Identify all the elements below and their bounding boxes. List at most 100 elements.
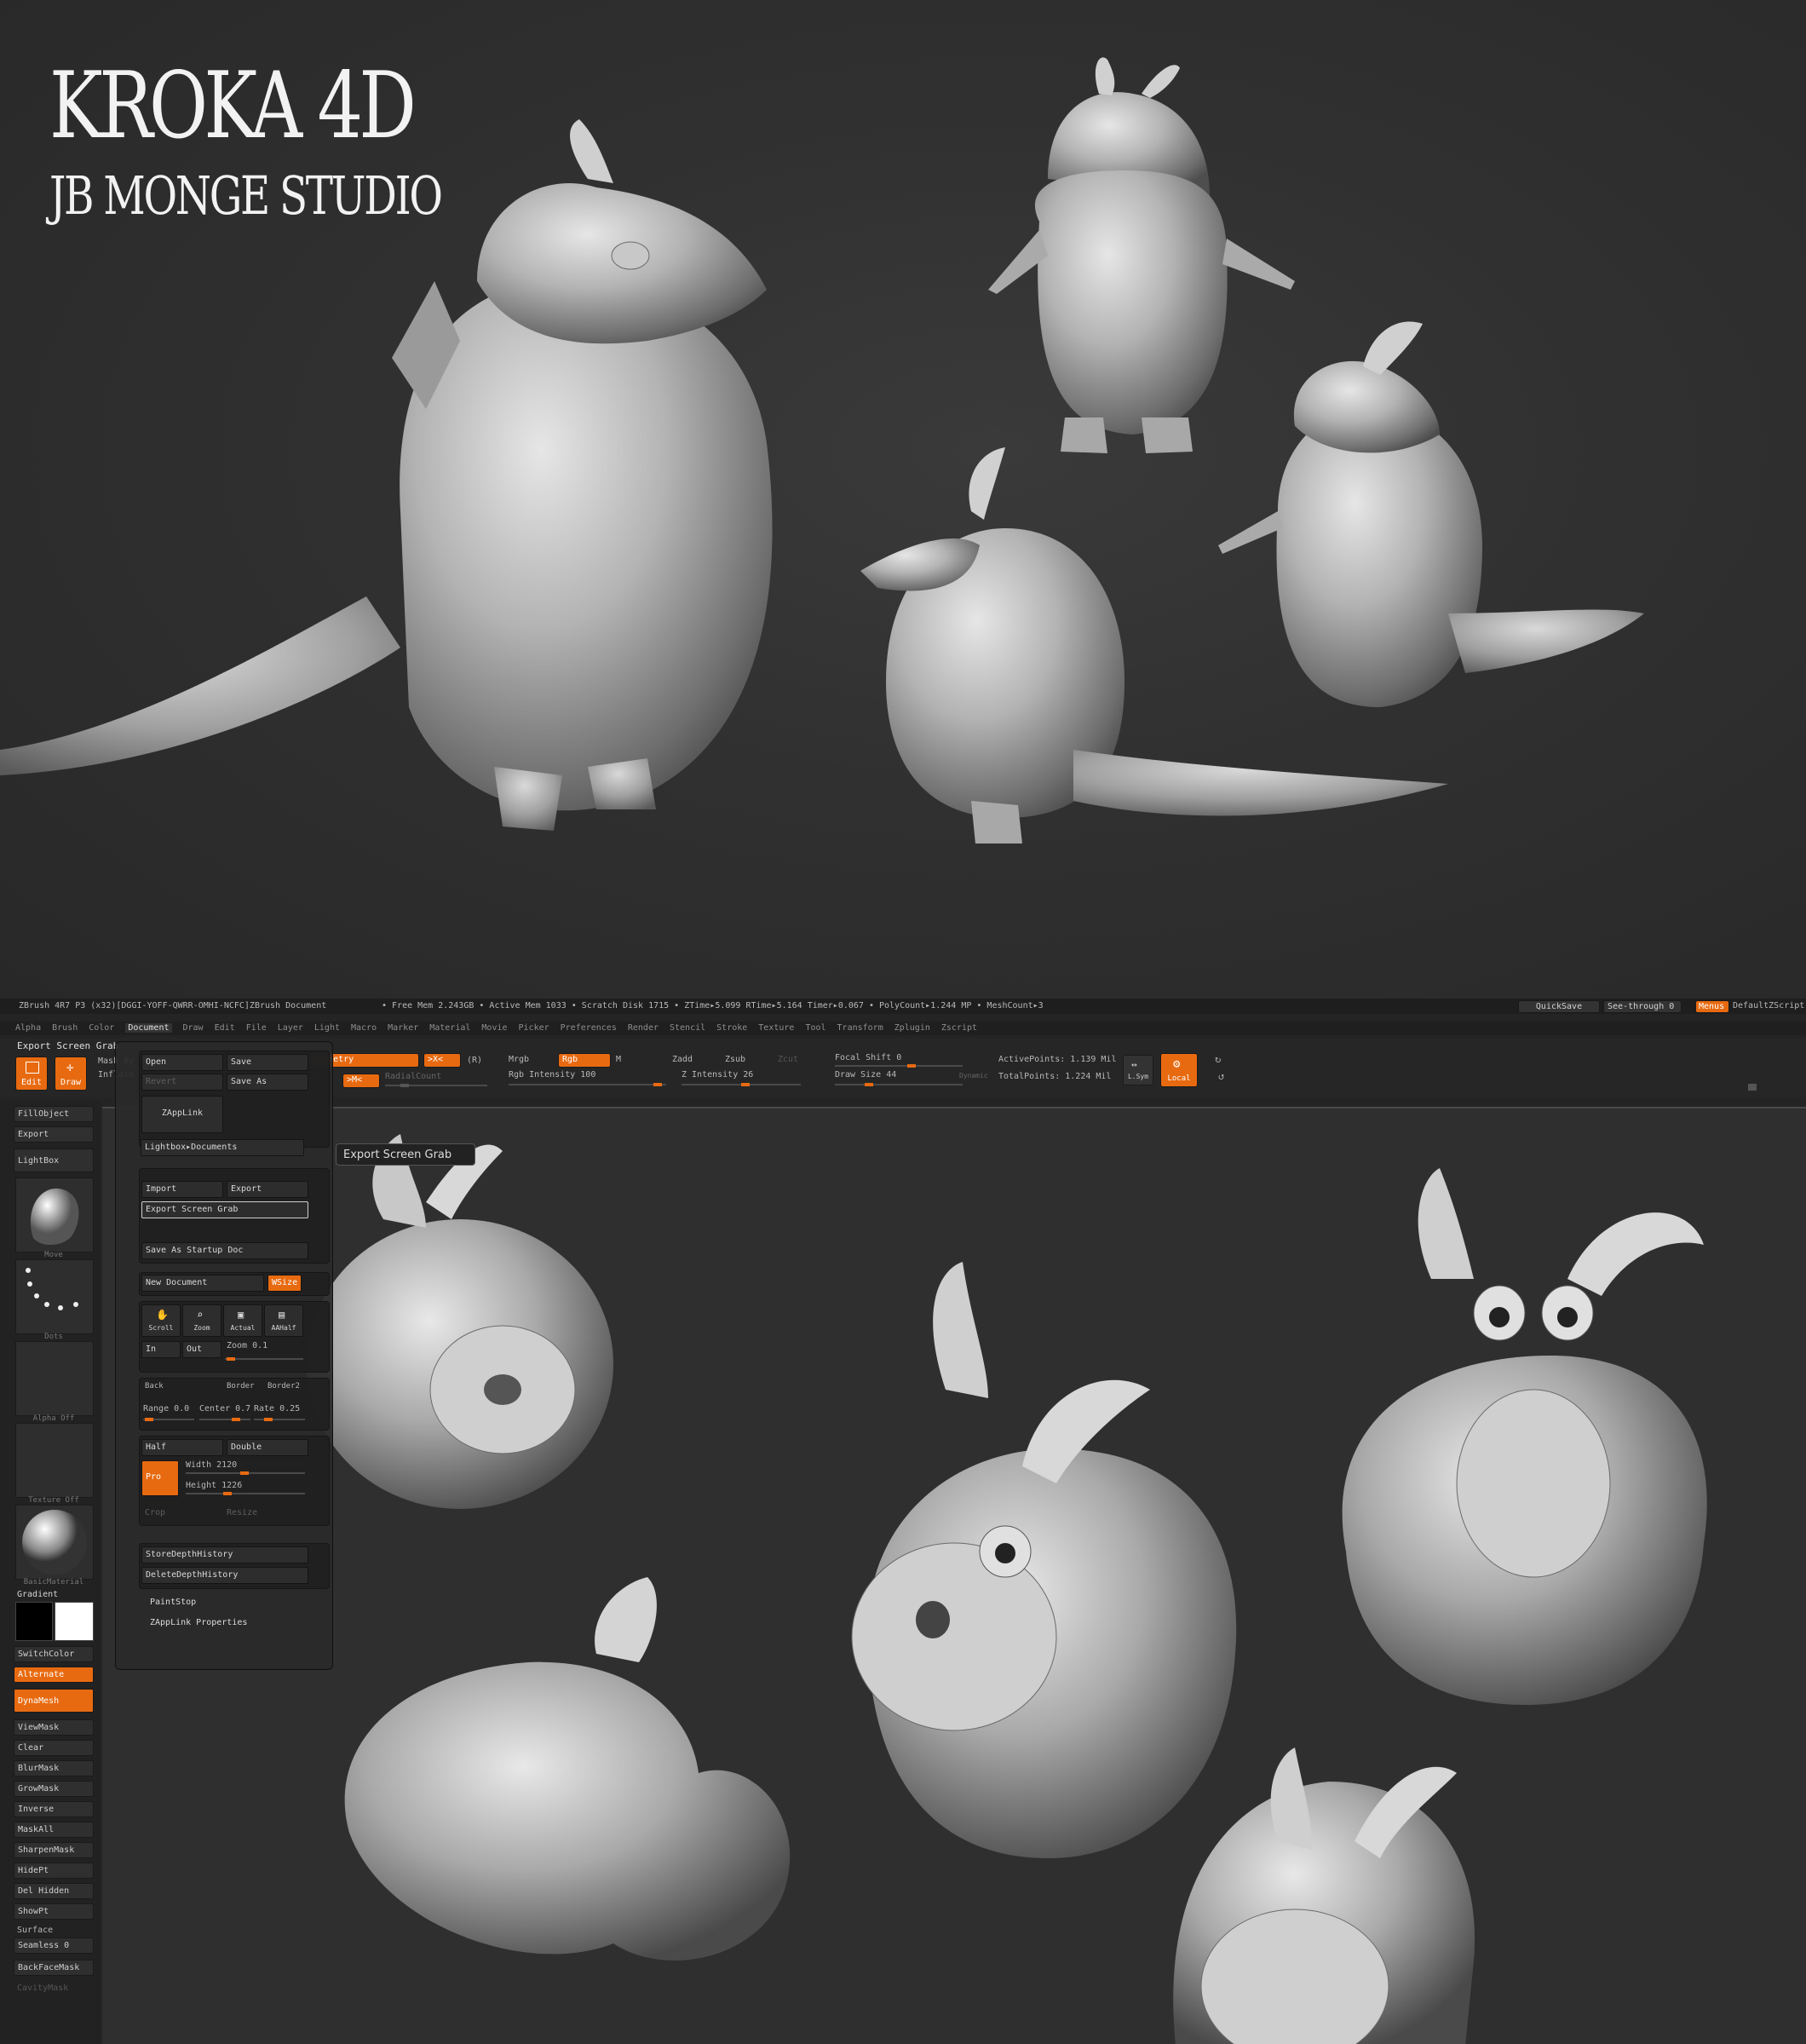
menu-marker[interactable]: Marker: [388, 1023, 418, 1033]
zcut-button[interactable]: Zcut: [778, 1055, 798, 1064]
radial-count-slider[interactable]: RadialCount: [385, 1072, 441, 1081]
dynamesh-button[interactable]: DynaMesh: [14, 1689, 94, 1713]
primary-color-swatch[interactable]: [55, 1602, 94, 1641]
seamless-slider[interactable]: Seamless 0: [14, 1937, 94, 1954]
border-label[interactable]: Border: [227, 1382, 255, 1390]
brush-thumbnail[interactable]: [15, 1177, 94, 1252]
dynamic-toggle[interactable]: Dynamic: [959, 1072, 988, 1080]
z-intensity-track[interactable]: [682, 1083, 801, 1086]
actual-button[interactable]: ▣ Actual: [223, 1304, 262, 1337]
zoom-button[interactable]: ⌕ Zoom: [182, 1304, 221, 1337]
draw-size-slider[interactable]: Draw Size 44: [835, 1070, 896, 1080]
zapplink-properties-item[interactable]: ZAppLink Properties: [150, 1618, 247, 1627]
del-hidden-button[interactable]: Del Hidden: [14, 1883, 94, 1899]
alpha-thumbnail[interactable]: [15, 1341, 94, 1416]
secondary-color-swatch[interactable]: [15, 1602, 53, 1641]
default-zscript-button[interactable]: DefaultZScript: [1733, 1001, 1804, 1010]
lightbox-button[interactable]: LightBox: [14, 1149, 94, 1172]
viewmask-button[interactable]: ViewMask: [14, 1719, 94, 1736]
focal-shift-slider[interactable]: Focal Shift 0: [835, 1053, 901, 1062]
menu-material[interactable]: Material: [429, 1023, 470, 1033]
menu-layer[interactable]: Layer: [278, 1023, 303, 1033]
revert-button[interactable]: Revert: [141, 1074, 223, 1091]
m-axis-button[interactable]: >M<: [342, 1074, 380, 1088]
focal-shift-track[interactable]: [835, 1064, 963, 1068]
double-button[interactable]: Double: [227, 1439, 308, 1456]
new-document-button[interactable]: New Document: [141, 1275, 264, 1292]
cavitymask-button[interactable]: CavityMask: [17, 1984, 68, 1993]
paintstop-item[interactable]: PaintStop: [150, 1598, 196, 1607]
menu-preferences[interactable]: Preferences: [561, 1023, 617, 1033]
texture-thumbnail[interactable]: [15, 1423, 94, 1498]
menu-picker[interactable]: Picker: [519, 1023, 549, 1033]
menu-tool[interactable]: Tool: [805, 1023, 825, 1033]
menu-zscript[interactable]: Zscript: [941, 1023, 977, 1033]
sharpenmask-button[interactable]: SharpenMask: [14, 1842, 94, 1858]
radial-count-track[interactable]: [385, 1084, 487, 1087]
undo-view-icon[interactable]: ↺: [1218, 1070, 1224, 1082]
zapplink-button[interactable]: ZAppLink: [141, 1096, 223, 1133]
growmask-button[interactable]: GrowMask: [14, 1781, 94, 1797]
export-doc-button[interactable]: Export: [227, 1181, 308, 1198]
lightbox-documents-button[interactable]: Lightbox▸Documents: [141, 1139, 304, 1156]
z-intensity-slider[interactable]: Z Intensity 26: [682, 1070, 753, 1080]
menu-draw[interactable]: Draw: [183, 1023, 204, 1033]
switchcolor-button[interactable]: SwitchColor: [14, 1646, 94, 1662]
center-slider[interactable]: Center 0.7: [199, 1404, 250, 1414]
save-startup-doc-button[interactable]: Save As Startup Doc: [141, 1242, 308, 1259]
hidept-button[interactable]: HidePt: [14, 1863, 94, 1879]
draw-button[interactable]: ✛ Draw: [55, 1057, 87, 1091]
menu-render[interactable]: Render: [628, 1023, 659, 1033]
inverse-mask-button[interactable]: Inverse: [14, 1801, 94, 1817]
backfacemask-button[interactable]: BackFaceMask: [14, 1960, 94, 1976]
menu-macro[interactable]: Macro: [351, 1023, 377, 1033]
width-slider[interactable]: Width 2120: [186, 1460, 237, 1470]
width-track[interactable]: [186, 1471, 305, 1475]
see-through-slider[interactable]: See-through 0: [1603, 1000, 1682, 1013]
menu-movie[interactable]: Movie: [481, 1023, 507, 1033]
import-button[interactable]: Import: [141, 1181, 223, 1198]
menu-edit[interactable]: Edit: [215, 1023, 235, 1033]
menu-file[interactable]: File: [246, 1023, 267, 1033]
crop-button[interactable]: Crop: [145, 1508, 165, 1517]
local-button[interactable]: ⚙ Local: [1160, 1053, 1198, 1087]
lsym-button[interactable]: ↔ L.Sym: [1123, 1055, 1153, 1085]
height-slider[interactable]: Height 1226: [186, 1481, 242, 1490]
open-button[interactable]: Open: [141, 1054, 223, 1071]
maskall-button[interactable]: MaskAll: [14, 1822, 94, 1838]
menu-color[interactable]: Color: [89, 1023, 114, 1033]
zoom-out-button[interactable]: Out: [182, 1341, 221, 1358]
half-button[interactable]: Half: [141, 1439, 223, 1456]
rgb-intensity-slider[interactable]: Rgb Intensity 100: [509, 1070, 595, 1080]
export-screen-grab-button[interactable]: Export Screen Grab: [141, 1201, 308, 1218]
export-button[interactable]: Export: [14, 1126, 94, 1143]
delete-depth-history-button[interactable]: DeleteDepthHistory: [141, 1567, 308, 1584]
scroll-button[interactable]: ✋ Scroll: [141, 1304, 181, 1337]
viewport-canvas[interactable]: [102, 1107, 1806, 2044]
aahalf-button[interactable]: ▤ AAHalf: [264, 1304, 303, 1337]
store-depth-history-button[interactable]: StoreDepthHistory: [141, 1546, 308, 1563]
menu-document[interactable]: Document: [125, 1023, 172, 1033]
draw-size-track[interactable]: [835, 1083, 963, 1086]
menus-toggle[interactable]: Menus: [1695, 1000, 1729, 1013]
zoom-in-button[interactable]: In: [141, 1341, 181, 1358]
back-label[interactable]: Back: [145, 1382, 164, 1390]
save-button[interactable]: Save: [227, 1054, 308, 1071]
menu-zplugin[interactable]: Zplugin: [894, 1023, 930, 1033]
zoom-track[interactable]: [225, 1357, 303, 1361]
mrgb-button[interactable]: Mrgb: [509, 1055, 529, 1064]
m-button[interactable]: M: [616, 1055, 621, 1064]
radial-button[interactable]: (R): [467, 1056, 482, 1065]
menu-texture[interactable]: Texture: [758, 1023, 794, 1033]
range-slider[interactable]: Range 0.0: [143, 1404, 189, 1414]
edit-button[interactable]: Edit: [15, 1057, 48, 1091]
clear-mask-button[interactable]: Clear: [14, 1740, 94, 1756]
zsub-button[interactable]: Zsub: [725, 1055, 745, 1064]
center-track[interactable]: [199, 1418, 250, 1421]
menu-brush[interactable]: Brush: [52, 1023, 78, 1033]
alternate-button[interactable]: Alternate: [14, 1667, 94, 1683]
menu-stencil[interactable]: Stencil: [670, 1023, 705, 1033]
blurmask-button[interactable]: BlurMask: [14, 1760, 94, 1776]
fillobject-button[interactable]: FillObject: [14, 1106, 94, 1122]
pro-button[interactable]: Pro: [141, 1460, 179, 1496]
